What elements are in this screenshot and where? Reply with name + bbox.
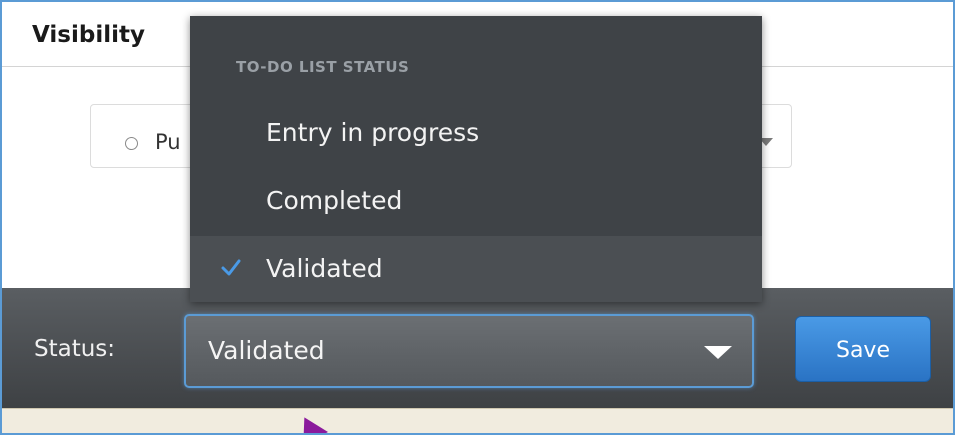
menu-item-label: Completed (266, 186, 403, 215)
chevron-down-icon[interactable] (704, 346, 732, 359)
status-label: Status: (34, 336, 116, 362)
visibility-value: Pu (155, 130, 181, 154)
menu-item-validated[interactable]: Validated (190, 236, 762, 302)
radio-icon[interactable] (125, 137, 138, 150)
screenshot-frame: Visibility Pu Status: Validated Save TO-… (0, 0, 955, 435)
status-dropdown-menu: TO-DO LIST STATUS Entry in progress Comp… (190, 16, 762, 302)
section-title: Visibility (32, 22, 145, 48)
save-button[interactable]: Save (795, 316, 931, 382)
check-icon (221, 259, 241, 276)
menu-header: TO-DO LIST STATUS (236, 58, 410, 76)
menu-item-label: Entry in progress (266, 118, 480, 147)
status-bar: Status: Validated Save (2, 288, 953, 408)
status-select[interactable]: Validated (184, 314, 754, 388)
content-strip (2, 408, 953, 433)
status-select-value: Validated (208, 336, 325, 365)
menu-item-entry-in-progress[interactable]: Entry in progress (190, 100, 762, 166)
menu-item-completed[interactable]: Completed (190, 168, 762, 234)
menu-item-label: Validated (266, 254, 383, 283)
